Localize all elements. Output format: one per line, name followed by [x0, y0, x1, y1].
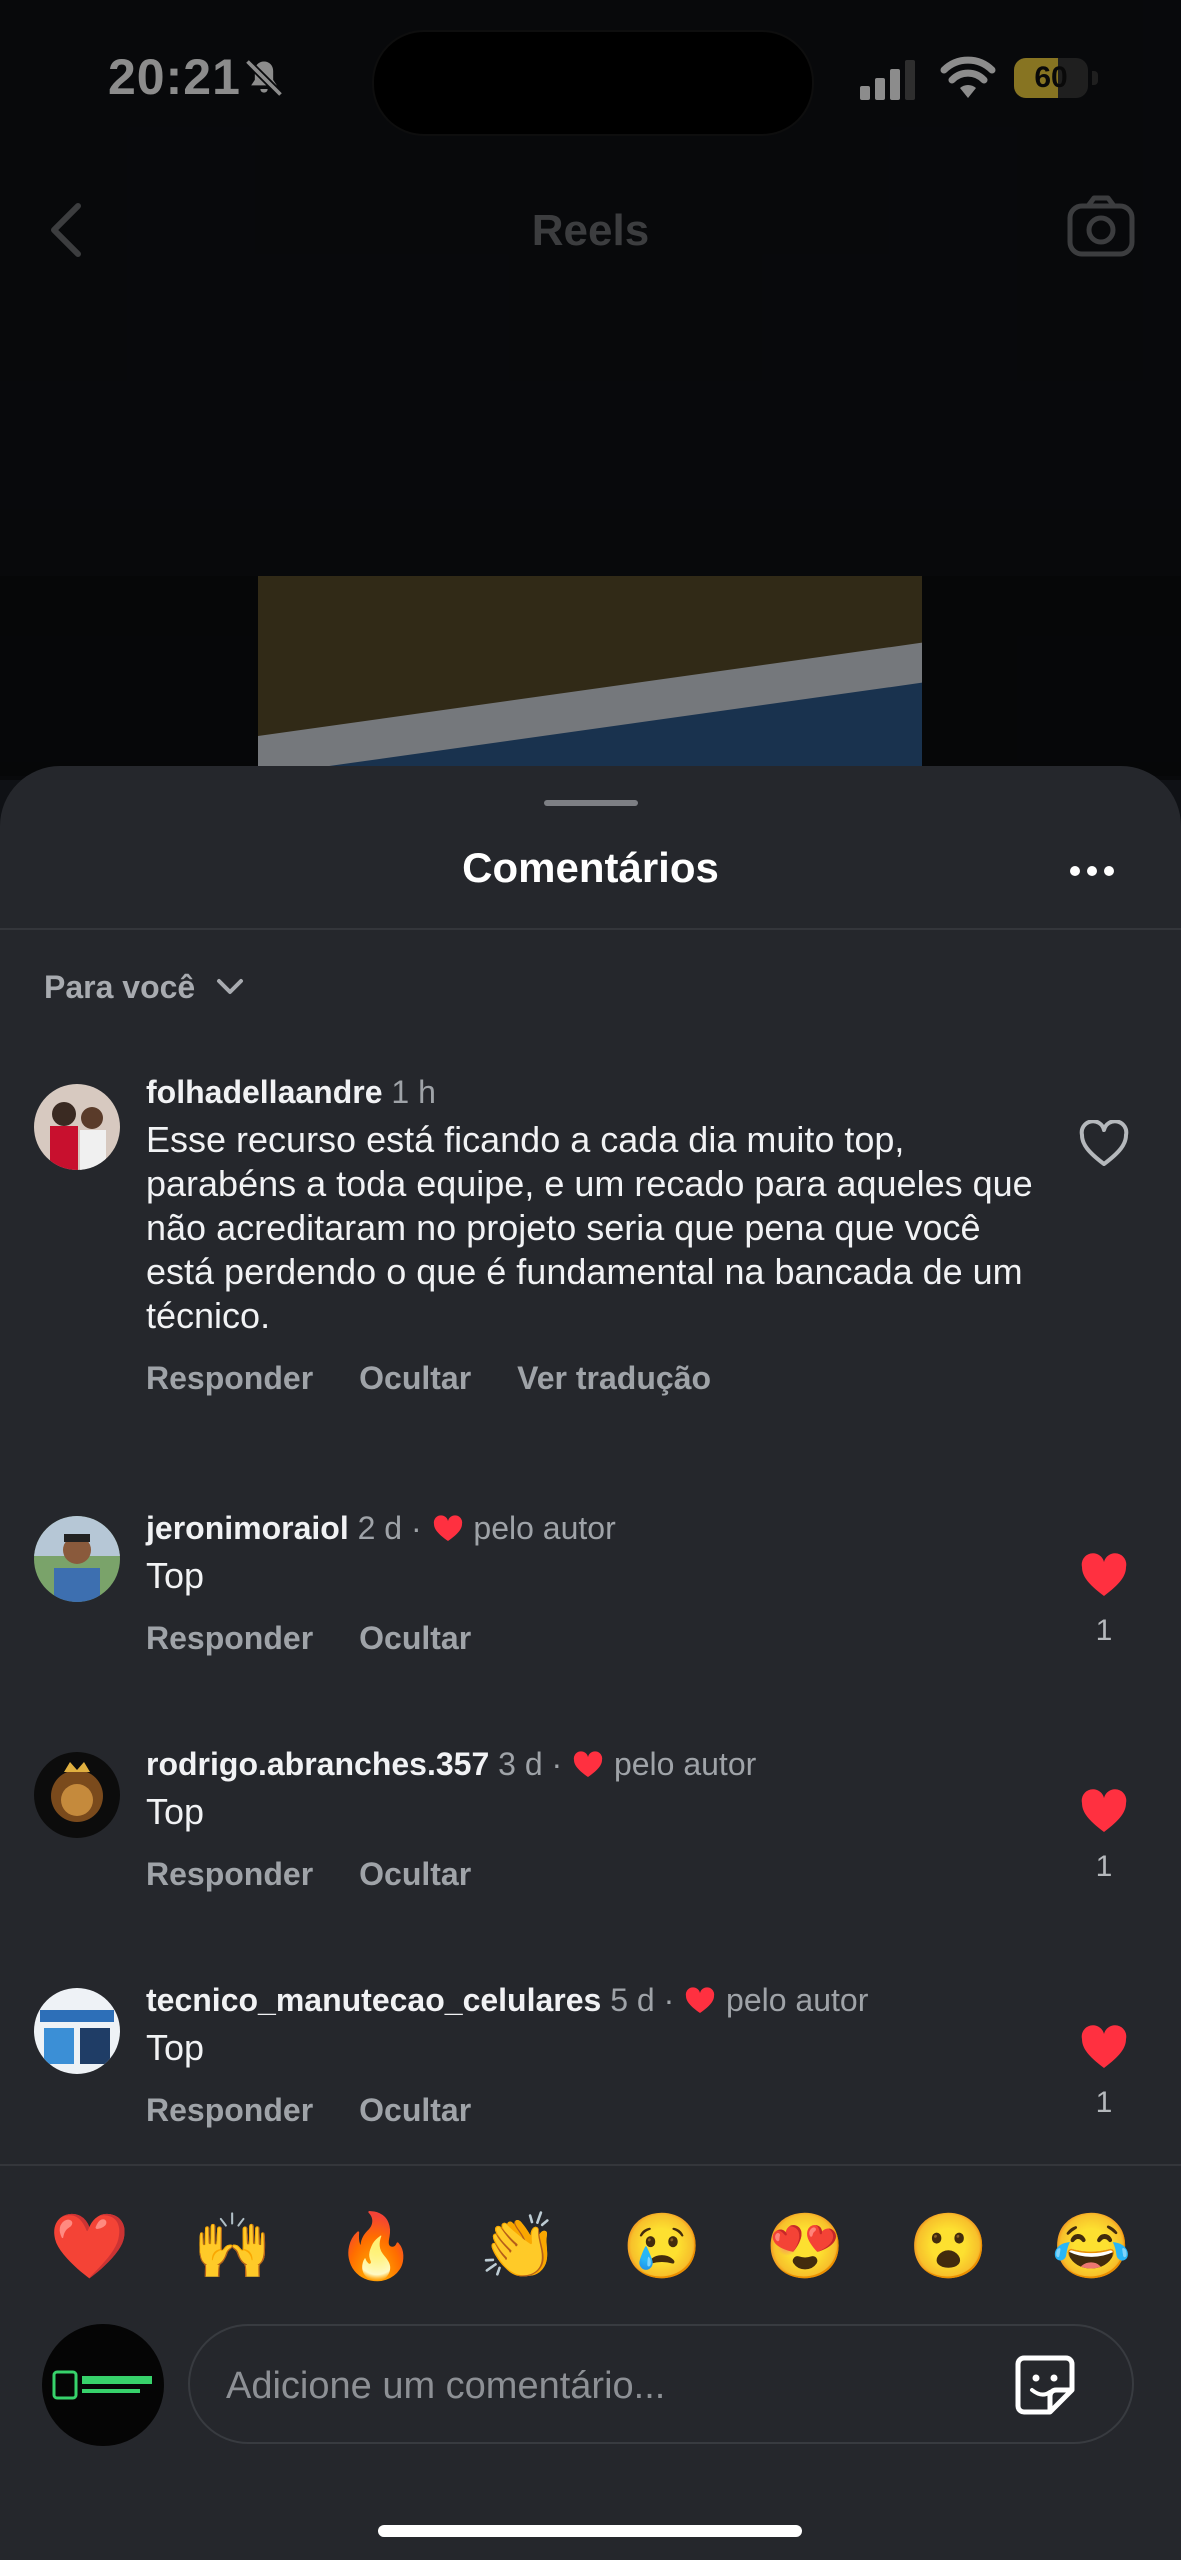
like-count: 1 — [1095, 1614, 1113, 1647]
sort-filter-label: Para você — [44, 968, 196, 1005]
hide-button[interactable]: Ocultar — [359, 1360, 471, 1397]
author-heart-icon — [433, 1515, 462, 1541]
comment-username[interactable]: folhadellaandre — [146, 1074, 383, 1110]
reply-button[interactable]: Responder — [146, 1620, 313, 1657]
comment-username[interactable]: tecnico_manutecao_celulares — [146, 1982, 601, 2018]
heart-filled-icon[interactable] — [1078, 2024, 1130, 2072]
comment-actions: Responder Ocultar — [146, 2092, 1051, 2129]
comment-composer — [188, 2324, 1134, 2444]
liked-by-author-label: pelo autor — [726, 1982, 869, 2018]
comment-meta: folhadellaandre 1 h — [146, 1072, 1051, 1112]
sheet-grabber[interactable] — [544, 800, 638, 806]
reaction-clap[interactable]: 👏 — [464, 2196, 574, 2296]
comment-actions: Responder Ocultar — [146, 1856, 1051, 1893]
like-count: 1 — [1095, 1850, 1113, 1883]
comment-actions: Responder Ocultar — [146, 1620, 1051, 1657]
reaction-crying[interactable]: 😢 — [607, 2196, 717, 2296]
translate-button[interactable]: Ver tradução — [517, 1360, 711, 1397]
liked-by-author-label: pelo autor — [473, 1510, 616, 1546]
comment-actions: Responder Ocultar Ver tradução — [146, 1360, 1051, 1397]
comment-age: 1 h — [391, 1074, 436, 1110]
reaction-heart-eyes[interactable]: 😍 — [750, 2196, 860, 2296]
reaction-raised-hands[interactable]: 🙌 — [178, 2196, 288, 2296]
avatar[interactable] — [34, 1752, 120, 1838]
current-user-avatar — [42, 2324, 164, 2446]
comment-age: 5 d · — [610, 1982, 675, 2018]
comment-username[interactable]: rodrigo.abranches.357 — [146, 1746, 489, 1782]
home-indicator[interactable] — [378, 2525, 802, 2537]
author-heart-icon — [573, 1751, 603, 1777]
comment-meta: tecnico_manutecao_celulares 5 d · pelo a… — [146, 1980, 1051, 2020]
reply-button[interactable]: Responder — [146, 1856, 313, 1893]
avatar[interactable] — [34, 1084, 120, 1170]
quick-reactions-bar: ❤️ 🙌 🔥 👏 😢 😍 😮 😂 — [0, 2196, 1181, 2296]
comment-text: Top — [146, 2027, 205, 2068]
avatar[interactable] — [34, 1988, 120, 2074]
comments-title: Comentários — [462, 844, 719, 891]
reaction-heart[interactable]: ❤️ — [35, 2196, 145, 2296]
chevron-down-icon — [217, 979, 244, 994]
heart-filled-icon[interactable] — [1078, 1788, 1130, 1836]
reaction-laughing[interactable]: 😂 — [1036, 2196, 1146, 2296]
comment-input[interactable] — [224, 2356, 968, 2416]
heart-outline-icon[interactable] — [1078, 1120, 1130, 1168]
comment-text: Top — [146, 1791, 205, 1832]
reactions-divider — [0, 2164, 1181, 2166]
comment-meta: jeronimoraiol 2 d · pelo autor — [146, 1508, 1051, 1548]
comment-meta: rodrigo.abranches.357 3 d · pelo autor — [146, 1744, 1051, 1784]
sticker-icon[interactable] — [1012, 2352, 1078, 2418]
hide-button[interactable]: Ocultar — [359, 1620, 471, 1657]
header-divider — [0, 928, 1181, 930]
comment-username[interactable]: jeronimoraiol — [146, 1510, 349, 1546]
brand-logo — [52, 2370, 152, 2400]
sort-filter-dropdown[interactable]: Para você — [44, 962, 247, 1012]
reply-button[interactable]: Responder — [146, 1360, 313, 1397]
comment-text: Esse recurso está ficando a cada dia mui… — [146, 1119, 1033, 1336]
author-heart-icon — [685, 1987, 715, 2013]
reply-button[interactable]: Responder — [146, 2092, 313, 2129]
hide-button[interactable]: Ocultar — [359, 1856, 471, 1893]
reaction-fire[interactable]: 🔥 — [321, 2196, 431, 2296]
more-options-icon[interactable] — [1068, 864, 1116, 878]
comment-age: 3 d · — [498, 1746, 563, 1782]
liked-by-author-label: pelo autor — [613, 1746, 757, 1782]
avatar[interactable] — [34, 1516, 120, 1602]
dim-overlay — [0, 0, 1181, 780]
comment-text: Top — [146, 1555, 205, 1596]
hide-button[interactable]: Ocultar — [359, 2092, 471, 2129]
reaction-surprised[interactable]: 😮 — [893, 2196, 1003, 2296]
like-count: 1 — [1095, 2086, 1113, 2119]
comment-age: 2 d · — [357, 1510, 422, 1546]
heart-filled-icon[interactable] — [1078, 1552, 1130, 1600]
